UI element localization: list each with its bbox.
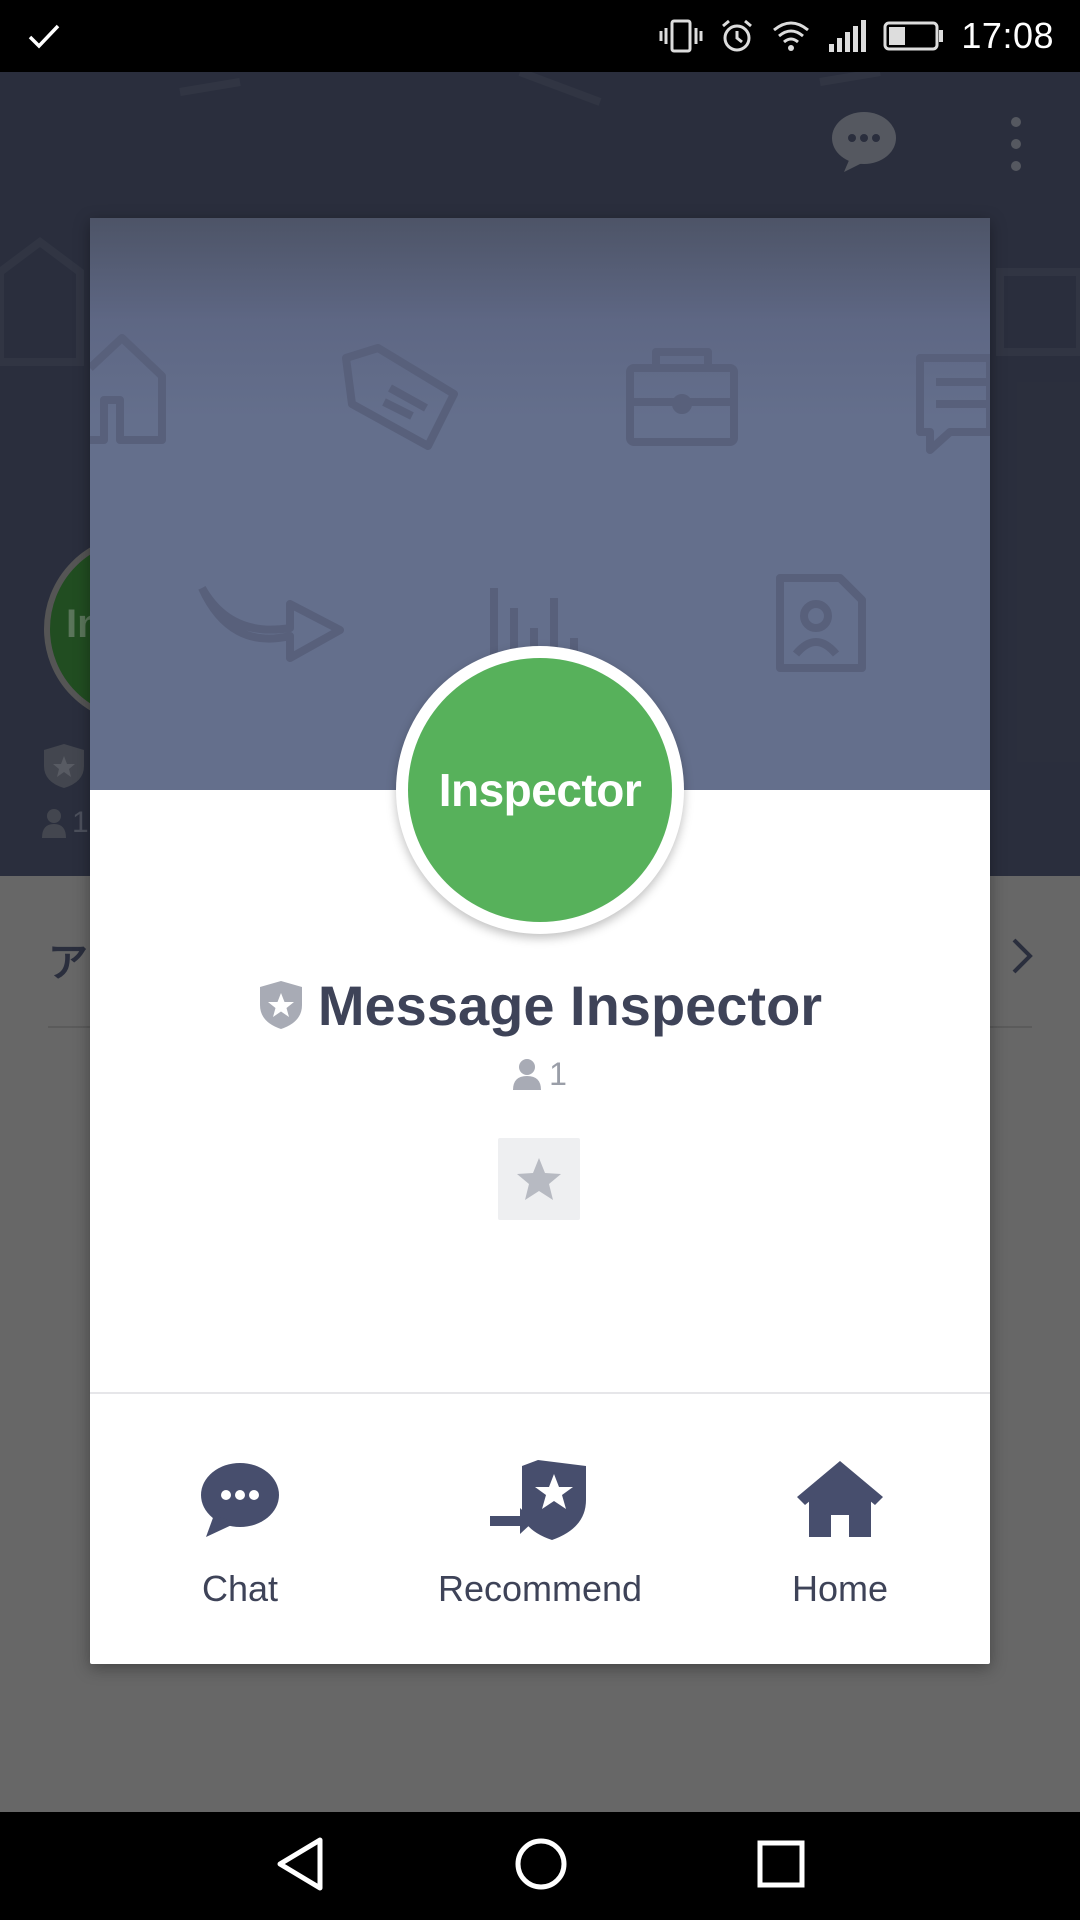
chat-bubble-icon — [201, 1463, 279, 1537]
vibrate-icon — [659, 19, 703, 53]
signal-icon — [829, 20, 867, 52]
alarm-icon — [722, 19, 753, 52]
profile-title: Message Inspector — [317, 973, 823, 1037]
recommend-label: Recommend — [437, 1568, 643, 1609]
action-bar: Chat Recommend Home — [90, 1394, 990, 1664]
back-icon[interactable] — [274, 1834, 326, 1894]
battery-icon — [883, 21, 944, 51]
home-icon — [797, 1461, 883, 1537]
status-bar: 17:08 — [0, 0, 1080, 72]
friends-count: 1 — [549, 1055, 567, 1092]
avatar-ring: Inspector — [396, 646, 684, 934]
wifi-icon — [773, 21, 810, 51]
chat-label: Chat — [201, 1568, 279, 1609]
avatar-text: Inspector — [438, 764, 642, 816]
friends-row: 1 — [90, 1052, 990, 1096]
avatar[interactable]: Inspector — [408, 658, 672, 922]
profile-dialog: Inspector Message Inspector 1 Chat Recom… — [90, 218, 990, 1664]
chat-button[interactable]: Chat — [90, 1394, 390, 1664]
recommend-button[interactable]: Recommend — [390, 1394, 690, 1664]
recommend-icon — [490, 1460, 586, 1540]
person-icon — [513, 1059, 542, 1090]
status-icons: 17:08 — [659, 15, 1054, 56]
star-icon — [517, 1158, 561, 1200]
title-row: Message Inspector — [90, 970, 990, 1040]
home-circle-icon[interactable] — [514, 1834, 568, 1894]
home-button[interactable]: Home — [690, 1394, 990, 1664]
favorite-button[interactable] — [498, 1138, 580, 1220]
recents-icon[interactable] — [756, 1834, 806, 1894]
status-time: 17:08 — [961, 15, 1054, 56]
navigation-bar — [0, 1812, 1080, 1920]
check-icon — [28, 24, 60, 49]
official-shield-icon — [259, 981, 302, 1029]
home-label: Home — [791, 1568, 889, 1609]
